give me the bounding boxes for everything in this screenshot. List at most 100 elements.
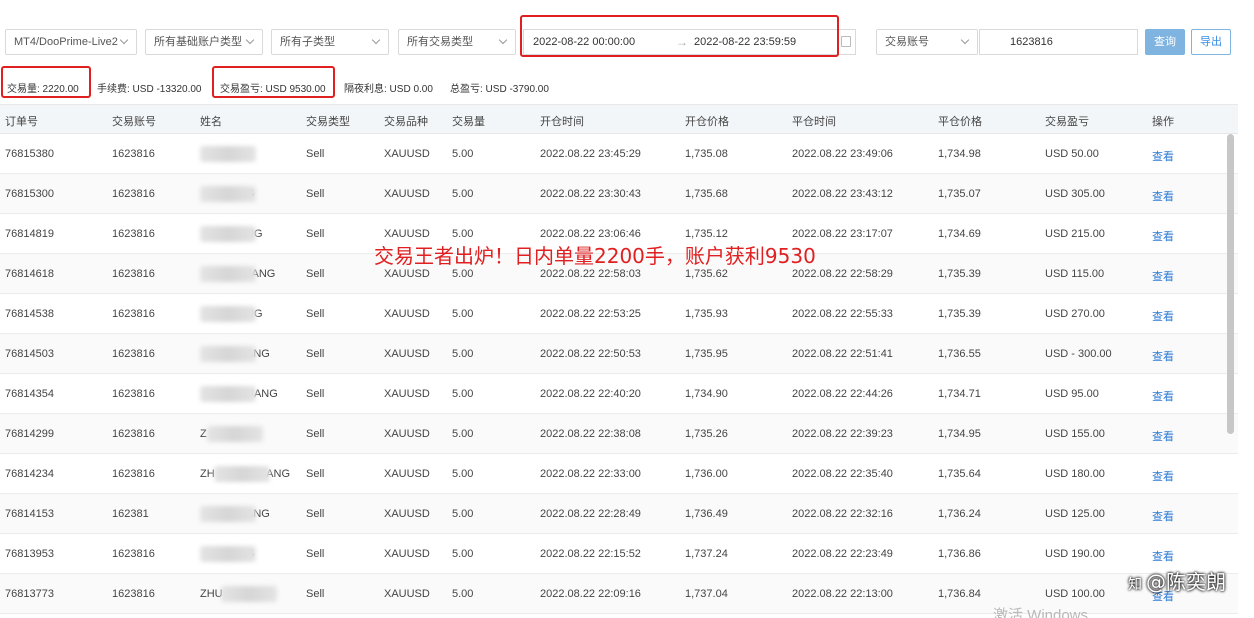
export-button[interactable]: 导出 — [1191, 29, 1231, 55]
summary-total: 总盈亏: USD -3790.00 — [450, 84, 549, 95]
volume-cell: 5.00 — [452, 188, 474, 200]
table-row[interactable]: 76814538 1623816 Sell XAUUSD 5.00 2022.08.22 … — [0, 294, 1238, 334]
view-link[interactable]: 查看 — [1152, 388, 1174, 404]
volume-cell: 5.00 — [452, 148, 474, 160]
close-price-cell: 1,736.84 — [938, 588, 981, 600]
symbol-cell: XAUUSD — [384, 148, 430, 160]
order-cell: 76814299 — [5, 428, 54, 440]
name-redaction — [207, 426, 263, 442]
account-cell: 1623816 — [112, 428, 155, 440]
volume-cell: 5.00 — [452, 228, 474, 240]
close-price-cell: 1,736.24 — [938, 508, 981, 520]
chevron-down-icon — [499, 30, 509, 54]
account-cell: 1623816 — [112, 268, 155, 280]
col-account[interactable]: 交易账号 — [112, 113, 156, 129]
account-cell: 1623816 — [112, 388, 155, 400]
trade-type-select[interactable]: 所有交易类型 — [398, 29, 516, 55]
table-body: 76815380 1623816 Sell XAUUSD 5.00 2022.08.22 … — [0, 134, 1238, 618]
filter-bar: MT4/DooPrime-Live2 所有基础账户类型 所有子类型 所有交易类型… — [0, 0, 1254, 70]
open-time-cell: 2022.08.22 23:45:29 — [540, 148, 641, 160]
close-time-cell: 2022.08.22 22:39:23 — [792, 428, 893, 440]
col-open-time[interactable]: 开仓时间 — [540, 113, 584, 129]
order-cell: 76815380 — [5, 148, 54, 160]
view-link[interactable]: 查看 — [1152, 228, 1174, 244]
sub-type-value: 所有子类型 — [280, 36, 335, 48]
volume-cell: 5.00 — [452, 268, 474, 280]
view-link[interactable]: 查看 — [1152, 308, 1174, 324]
view-link[interactable]: 查看 — [1152, 508, 1174, 524]
name-redaction — [200, 346, 256, 362]
table-row[interactable]: 76814234 1623816 Sell XAUUSD 5.00 2022.08.22 … — [0, 454, 1238, 494]
type-cell: Sell — [306, 308, 325, 320]
name-redaction — [200, 546, 256, 562]
col-type[interactable]: 交易类型 — [306, 113, 350, 129]
order-cell: 76814153 — [5, 508, 54, 520]
col-symbol[interactable]: 交易品种 — [384, 113, 428, 129]
view-link[interactable]: 查看 — [1152, 348, 1174, 364]
account-cell: 1623816 — [112, 348, 155, 360]
col-pnl[interactable]: 交易盈亏 — [1045, 113, 1089, 129]
account-cell: 1623816 — [112, 148, 155, 160]
table-row[interactable]: 76815300 1623816 Sell XAUUSD 5.00 2022.08.22 … — [0, 174, 1238, 214]
summary-swap: 隔夜利息: USD 0.00 — [344, 84, 433, 95]
name-prefix: ZHU — [200, 588, 223, 600]
open-time-cell: 2022.08.22 22:53:25 — [540, 308, 641, 320]
view-link[interactable]: 查看 — [1152, 188, 1174, 204]
type-cell: Sell — [306, 548, 325, 560]
table-row[interactable]: 76814153 162381 Sell XAUUSD 5.00 2022.08.22 2… — [0, 494, 1238, 534]
open-time-cell: 2022.08.22 22:40:20 — [540, 388, 641, 400]
account-cell: 1623816 — [112, 188, 155, 200]
type-cell: Sell — [306, 268, 325, 280]
name-redaction — [200, 266, 256, 282]
close-price-cell: 1,735.39 — [938, 308, 981, 320]
view-link[interactable]: 查看 — [1152, 468, 1174, 484]
name-redaction — [200, 386, 256, 402]
type-cell: Sell — [306, 348, 325, 360]
volume-cell: 5.00 — [452, 588, 474, 600]
symbol-cell: XAUUSD — [384, 508, 430, 520]
account-input[interactable]: 1623816 — [979, 29, 1138, 55]
open-price-cell: 1,735.68 — [685, 188, 728, 200]
open-time-cell: 2022.08.22 22:50:53 — [540, 348, 641, 360]
volume-cell: 5.00 — [452, 388, 474, 400]
sub-type-select[interactable]: 所有子类型 — [271, 29, 389, 55]
col-open-price[interactable]: 开仓价格 — [685, 113, 729, 129]
table-row[interactable]: 76814503 1623816 Sell XAUUSD 5.00 2022.08.22 … — [0, 334, 1238, 374]
chevron-down-icon — [246, 30, 256, 54]
view-link[interactable]: 查看 — [1152, 268, 1174, 284]
view-link[interactable]: 查看 — [1152, 148, 1174, 164]
calendar-icon — [841, 36, 851, 47]
table-row[interactable]: 76813953 1623816 Sell XAUUSD 5.00 2022.08.22 … — [0, 534, 1238, 574]
open-price-cell: 1,735.93 — [685, 308, 728, 320]
chevron-down-icon — [372, 30, 382, 54]
close-time-cell: 2022.08.22 22:58:29 — [792, 268, 893, 280]
table-row[interactable]: 76815380 1623816 Sell XAUUSD 5.00 2022.08.22 … — [0, 134, 1238, 174]
pnl-cell: USD 270.00 — [1045, 308, 1105, 320]
col-name[interactable]: 姓名 — [200, 113, 222, 129]
name-redaction — [200, 146, 256, 162]
table-scrollbar[interactable] — [1227, 134, 1234, 434]
pnl-cell: USD 100.00 — [1045, 588, 1105, 600]
view-link[interactable]: 查看 — [1152, 548, 1174, 564]
pnl-cell: USD 155.00 — [1045, 428, 1105, 440]
close-price-cell: 1,734.71 — [938, 388, 981, 400]
close-time-cell: 2022.08.22 22:35:40 — [792, 468, 893, 480]
view-link[interactable]: 查看 — [1152, 428, 1174, 444]
account-type-select[interactable]: 所有基础账户类型 — [145, 29, 263, 55]
col-volume[interactable]: 交易量 — [452, 113, 485, 129]
table-row[interactable]: 76814299 1623816 Sell XAUUSD 5.00 2022.08.22 … — [0, 414, 1238, 454]
col-close-time[interactable]: 平仓时间 — [792, 113, 836, 129]
account-cell: 1623816 — [112, 548, 155, 560]
close-price-cell: 1,736.86 — [938, 548, 981, 560]
col-close-price[interactable]: 平仓价格 — [938, 113, 982, 129]
table-row[interactable]: 76814354 1623816 Sell XAUUSD 5.00 2022.08.22 … — [0, 374, 1238, 414]
query-button[interactable]: 查询 — [1145, 29, 1185, 55]
close-price-cell: 1,734.69 — [938, 228, 981, 240]
search-field-select[interactable]: 交易账号 — [876, 29, 978, 55]
server-select[interactable]: MT4/DooPrime-Live2 — [5, 29, 137, 55]
col-order[interactable]: 订单号 — [5, 113, 38, 129]
close-price-cell: 1,734.95 — [938, 428, 981, 440]
account-cell: 1623816 — [112, 468, 155, 480]
type-cell: Sell — [306, 228, 325, 240]
pnl-cell: USD - 300.00 — [1045, 348, 1112, 360]
